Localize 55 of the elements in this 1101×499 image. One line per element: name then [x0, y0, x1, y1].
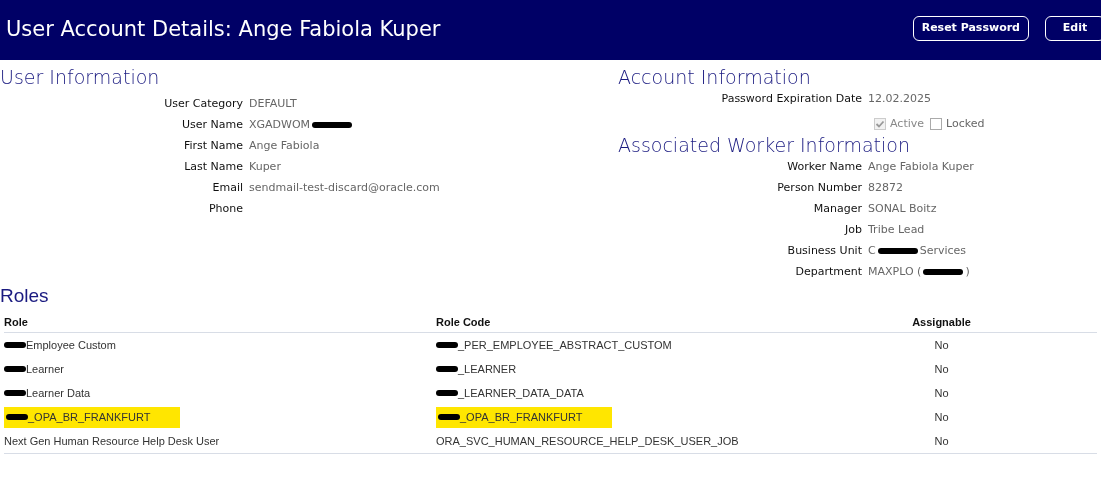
assignable-cell-text: No	[933, 434, 950, 450]
role-code-cell-text: _LEARNER_DATA_DATA	[458, 386, 584, 402]
checkbox-label: Active	[890, 115, 925, 132]
field-value: Ange Fabiola Kuper	[868, 158, 974, 175]
section-title: Account Information	[618, 66, 812, 89]
role-cell-text: Learner Data	[26, 386, 91, 402]
field-label: Department	[794, 263, 862, 280]
column-header: Assignable	[911, 314, 972, 330]
edit-button[interactable]: Edit	[1045, 16, 1101, 41]
assignable-cell-text: No	[933, 338, 950, 354]
field-value: )	[965, 263, 970, 280]
checkbox-label: Locked	[946, 115, 985, 132]
role-code-cell-text: _OPA_BR_FRANKFURT	[460, 410, 583, 426]
field-label: Email	[211, 180, 243, 197]
role-cell-text: Next Gen Human Resource Help Desk User	[4, 434, 220, 450]
field-label: Job	[843, 221, 862, 238]
field-value: Ange Fabiola	[249, 138, 320, 155]
field-value: MAXPLO (	[868, 263, 922, 280]
field-value: Services	[919, 242, 967, 259]
field-value: SONAL Boitz	[868, 200, 937, 217]
assignable-cell-text: No	[933, 386, 950, 402]
role-cell-text: Learner	[26, 362, 64, 378]
section-title: Associated Worker Information	[618, 133, 911, 157]
field-label: Worker Name	[786, 158, 862, 175]
field-value: sendmail-test-discard@oracle.com	[249, 180, 440, 197]
field-label: Business Unit	[786, 242, 862, 259]
field-value: DEFAULT	[249, 96, 297, 113]
field-value: XGADWOM	[249, 117, 311, 134]
page-title: User Account Details: Ange Fabiola Kuper	[6, 17, 441, 43]
field-value: 82872	[868, 179, 903, 196]
field-label: User Category	[163, 96, 243, 113]
reset-password-button[interactable]: Reset Password	[912, 16, 1029, 41]
field-label: Password Expiration Date	[720, 91, 862, 108]
section-title: Roles	[0, 284, 50, 308]
section-title: User Information	[0, 66, 161, 89]
role-code-cell-text: _PER_EMPLOYEE_ABSTRACT_CUSTOM	[458, 338, 672, 354]
field-value: 12.02.2025	[868, 91, 931, 108]
field-label: User Name	[180, 117, 243, 134]
column-header: Role	[4, 314, 29, 330]
field-label: Manager	[812, 200, 862, 217]
field-label: First Name	[182, 138, 243, 155]
role-code-cell-text: _LEARNER	[458, 362, 517, 378]
field-value: Kuper	[249, 159, 281, 176]
field-label: Last Name	[183, 159, 243, 176]
assignable-cell-text: No	[933, 362, 950, 378]
field-value: C	[868, 242, 876, 259]
field-label: Person Number	[776, 179, 862, 196]
field-label: Phone	[207, 201, 243, 218]
role-cell-text: Employee Custom	[26, 338, 116, 354]
column-header: Role Code	[436, 314, 492, 330]
role-cell-text: _OPA_BR_FRANKFURT	[28, 410, 151, 426]
checkbox[interactable]	[930, 117, 943, 130]
field-value: Tribe Lead	[868, 221, 925, 238]
assignable-cell-text: No	[933, 410, 950, 426]
role-code-cell-text: ORA_SVC_HUMAN_RESOURCE_HELP_DESK_USER_JOB	[436, 434, 739, 450]
